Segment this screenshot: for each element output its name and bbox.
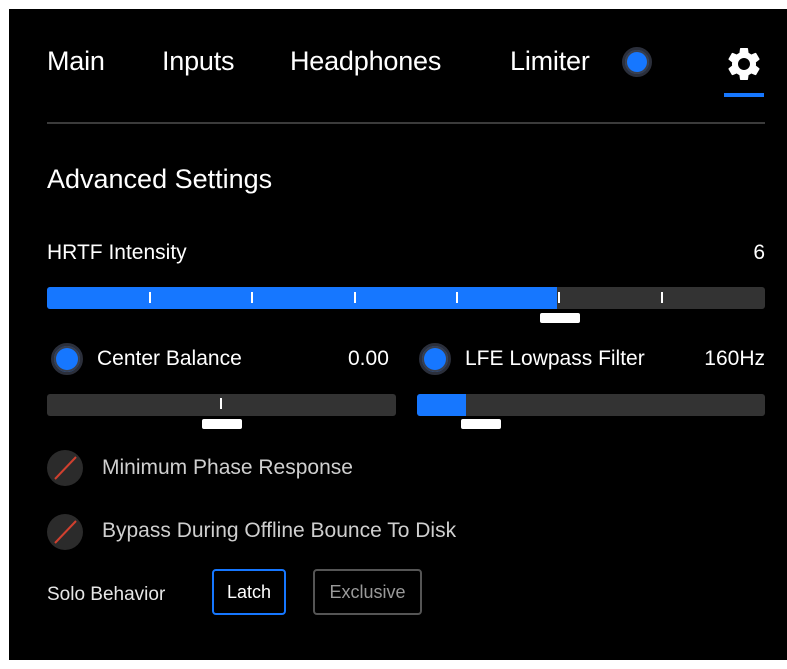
exclusive-button[interactable]: Exclusive bbox=[313, 569, 422, 615]
hrtf-label: HRTF Intensity bbox=[47, 241, 187, 264]
disabled-slash-icon bbox=[54, 520, 77, 544]
lfe-slider[interactable] bbox=[417, 394, 765, 416]
center-balance-tick bbox=[220, 398, 222, 409]
bypass-label: Bypass During Offline Bounce To Disk bbox=[102, 519, 457, 542]
lfe-slider-fill bbox=[417, 394, 466, 416]
bypass-toggle[interactable] bbox=[47, 514, 83, 550]
solo-behavior-label: Solo Behavior bbox=[47, 584, 166, 605]
hrtf-slider-thumb[interactable] bbox=[540, 313, 580, 323]
tab-active-indicator bbox=[724, 93, 764, 97]
lfe-label: LFE Lowpass Filter bbox=[465, 347, 645, 370]
hrtf-tick bbox=[456, 292, 458, 303]
hrtf-tick bbox=[149, 292, 151, 303]
min-phase-label: Minimum Phase Response bbox=[102, 456, 353, 479]
tab-headphones[interactable]: Headphones bbox=[290, 46, 441, 77]
lfe-slider-thumb[interactable] bbox=[461, 419, 501, 429]
limiter-toggle[interactable] bbox=[622, 47, 652, 77]
tab-inputs[interactable]: Inputs bbox=[162, 46, 235, 77]
lfe-toggle[interactable] bbox=[419, 343, 451, 375]
hrtf-slider-fill bbox=[47, 287, 557, 309]
center-balance-slider[interactable] bbox=[47, 394, 396, 416]
center-balance-value: 0.00 bbox=[348, 347, 389, 370]
hrtf-value: 6 bbox=[753, 241, 765, 264]
hrtf-tick bbox=[558, 292, 560, 303]
gear-icon bbox=[728, 47, 760, 80]
hrtf-tick bbox=[251, 292, 253, 303]
section-title: Advanced Settings bbox=[47, 164, 273, 194]
center-balance-slider-thumb[interactable] bbox=[202, 419, 242, 429]
center-balance-label: Center Balance bbox=[97, 347, 242, 370]
tab-main[interactable]: Main bbox=[47, 46, 105, 77]
hrtf-tick bbox=[354, 292, 356, 303]
tab-settings[interactable] bbox=[722, 42, 766, 100]
latch-button[interactable]: Latch bbox=[212, 569, 286, 615]
tab-limiter[interactable]: Limiter bbox=[510, 46, 590, 77]
hrtf-tick bbox=[661, 292, 663, 303]
tab-divider bbox=[47, 122, 765, 124]
settings-panel bbox=[9, 9, 787, 660]
center-balance-toggle[interactable] bbox=[51, 343, 83, 375]
hrtf-slider[interactable] bbox=[47, 287, 765, 309]
lfe-value: 160Hz bbox=[704, 347, 765, 370]
min-phase-toggle[interactable] bbox=[47, 450, 83, 486]
disabled-slash-icon bbox=[54, 456, 77, 480]
